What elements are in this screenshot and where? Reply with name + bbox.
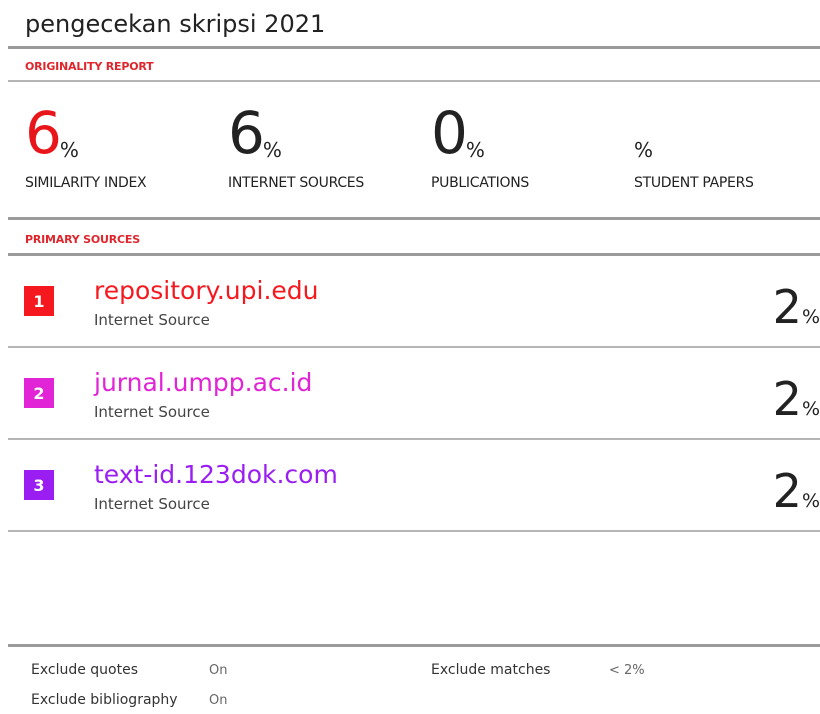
source-percent: 2% (773, 376, 820, 422)
originality-divider (8, 80, 820, 82)
source-name[interactable]: repository.upi.edu (94, 276, 319, 305)
title-divider (8, 46, 820, 49)
source-rank-badge: 2 (24, 378, 54, 408)
internet-sources-value: 6 (228, 99, 265, 167)
source-type: Internet Source (94, 403, 210, 421)
source-rank-badge: 3 (24, 470, 54, 500)
internet-sources-label: INTERNET SOURCES (228, 175, 364, 191)
exclude-matches-value: < 2% (609, 663, 645, 678)
student-papers-unit: % (634, 138, 654, 162)
source-rank-badge: 1 (24, 286, 54, 316)
source-percent-unit: % (801, 398, 820, 420)
exclude-matches-label: Exclude matches (431, 662, 551, 678)
source-type: Internet Source (94, 311, 210, 329)
source-row: 2 jurnal.umpp.ac.id Internet Source 2% (8, 348, 820, 440)
source-percent-value: 2 (772, 280, 802, 334)
source-type: Internet Source (94, 495, 210, 513)
similarity-index-unit: % (59, 138, 79, 162)
exclude-quotes-value: On (209, 663, 228, 678)
exclude-bibliography-value: On (209, 693, 228, 708)
source-row: 3 text-id.123dok.com Internet Source 2% (8, 440, 820, 532)
exclude-quotes-label: Exclude quotes (31, 662, 139, 678)
student-papers-label: STUDENT PAPERS (634, 175, 754, 191)
publications-value: 0 (431, 99, 468, 167)
source-divider (8, 530, 820, 532)
publications-unit: % (465, 138, 485, 162)
stats-divider (8, 217, 820, 220)
source-name[interactable]: jurnal.umpp.ac.id (94, 368, 312, 397)
publications-label: PUBLICATIONS (431, 175, 529, 191)
source-name[interactable]: text-id.123dok.com (94, 460, 338, 489)
similarity-index-label: SIMILARITY INDEX (25, 175, 147, 191)
source-percent: 2% (773, 284, 820, 330)
source-percent: 2% (773, 468, 820, 514)
source-row: 1 repository.upi.edu Internet Source 2% (8, 256, 820, 348)
primary-sources-label: PRIMARY SOURCES (25, 233, 140, 246)
originality-report-label: ORIGINALITY REPORT (25, 60, 154, 73)
exclude-bibliography-label: Exclude bibliography (31, 692, 178, 708)
source-percent-value: 2 (772, 464, 802, 518)
source-percent-unit: % (801, 306, 820, 328)
source-percent-value: 2 (772, 372, 802, 426)
similarity-index-value: 6 (25, 99, 62, 167)
report-title: pengecekan skripsi 2021 (25, 10, 326, 38)
footer-divider (8, 644, 820, 647)
source-percent-unit: % (801, 490, 820, 512)
internet-sources-unit: % (262, 138, 282, 162)
